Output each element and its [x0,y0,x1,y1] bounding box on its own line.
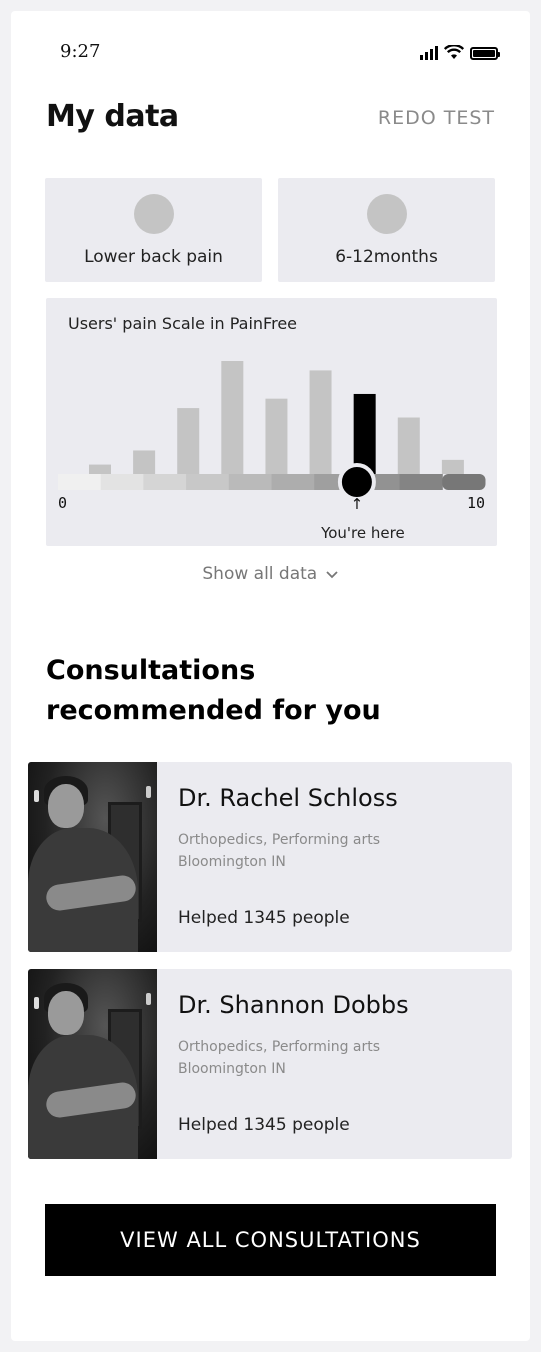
show-all-data-label: Show all data [202,564,318,584]
condition-tile[interactable]: Lower back pain [45,178,262,282]
chart-bar [177,408,200,474]
duration-tile[interactable]: 6-12months [278,178,495,282]
doctor-photo [28,969,157,1159]
consultations-heading-line2: recommended for you [46,695,381,726]
doctor-helped-count: Helped 1345 people [178,1115,350,1135]
doctor-location: Bloomington IN [178,1061,286,1077]
chart-bar [441,459,464,474]
pain-scale-segment [58,474,102,490]
consultations-heading-line1: Consultations [46,655,256,686]
pain-scale-segment [399,474,443,490]
chart-bar [133,450,156,474]
chart-bar [221,361,244,474]
you-are-here-label: You're here [320,524,405,542]
pain-scale-segment [442,474,486,490]
pain-scale-segment [228,474,272,490]
chart-bar-highlight [353,393,376,474]
doctor-specialty: Orthopedics, Performing arts [178,1039,381,1055]
doctor-location: Bloomington IN [178,854,286,870]
arrow-up-icon: ↑ [351,495,364,513]
pain-scale-segment [271,474,315,490]
duration-icon [366,194,407,234]
duration-label: 6-12months [335,247,438,267]
chart-bar [265,398,288,474]
chart-bar [397,417,420,474]
pain-scale-segment [143,474,187,490]
doctor-name: Dr. Rachel Schloss [178,784,398,812]
chart-bar [89,464,111,474]
doctor-specialty: Orthopedics, Performing arts [178,832,381,848]
scale-min-label: 0 [58,494,67,512]
view-all-consultations-button[interactable]: VIEW ALL CONSULTATIONS [45,1204,496,1276]
wifi-icon [444,45,464,59]
pain-scale-segment [186,474,230,490]
consultations-heading: Consultations recommended for you [46,651,381,731]
condition-label: Lower back pain [84,247,223,267]
doctor-photo [28,762,157,952]
cellular-signal-icon [420,46,438,60]
doctor-details: Orthopedics, Performing arts Bloomington… [178,1036,380,1080]
doctor-card[interactable]: Dr. Shannon Dobbs Orthopedics, Performin… [28,969,512,1159]
pain-scale-chart: 0 10 ↑ You're here [58,361,486,542]
doctor-card[interactable]: Dr. Rachel Schloss Orthopedics, Performi… [28,762,512,952]
condition-icon [133,194,174,234]
user-position-marker [337,463,376,501]
status-icons [420,45,500,60]
doctor-name: Dr. Shannon Dobbs [178,991,409,1019]
phone-screen: 9:27 My data REDO TEST Lower back pain 6… [11,11,530,1341]
pain-scale-segment [100,474,144,490]
redo-test-button[interactable]: REDO TEST [378,107,495,129]
pain-scale-chart-card: Users' pain Scale in PainFree 0 10 ↑ You… [46,298,497,546]
doctor-details: Orthopedics, Performing arts Bloomington… [178,829,380,873]
status-time: 9:27 [60,41,101,62]
show-all-data-link[interactable]: Show all data [11,564,530,584]
battery-icon [470,47,500,60]
chart-bar [309,370,332,474]
doctor-helped-count: Helped 1345 people [178,908,350,928]
scale-max-label: 10 [467,494,485,512]
page-title: My data [46,99,179,134]
chevron-down-icon [325,571,338,579]
